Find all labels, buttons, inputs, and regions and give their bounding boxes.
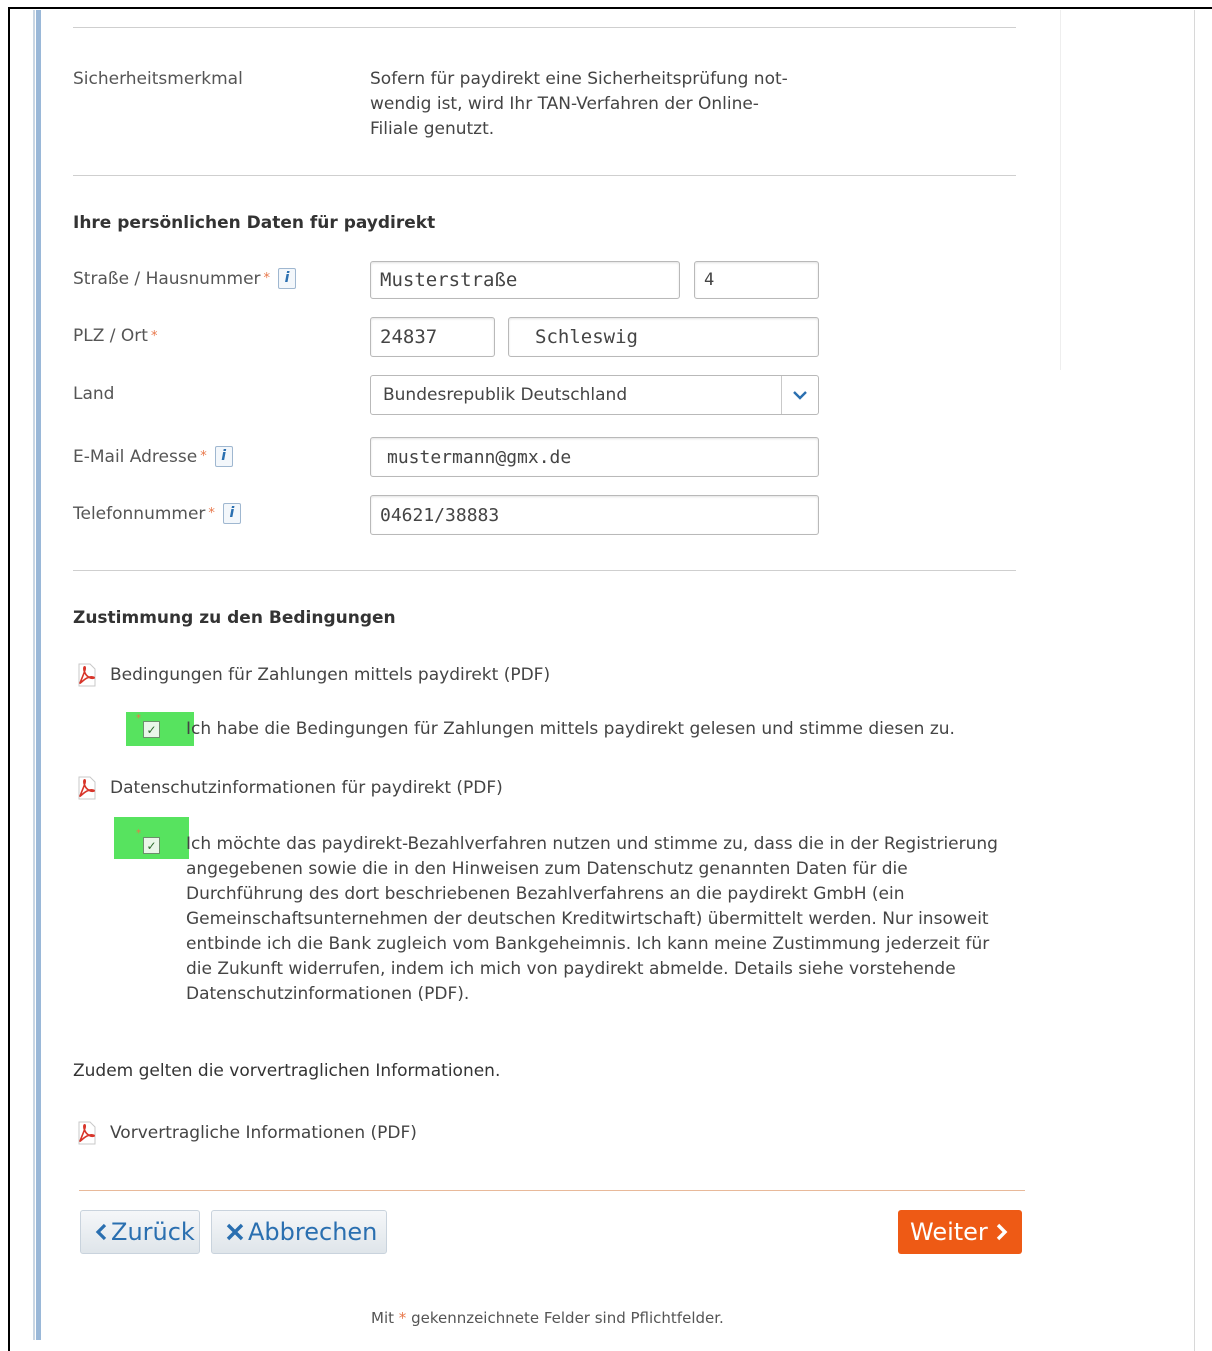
back-button-label: Zurück <box>111 1218 195 1246</box>
phone-label-row: Telefonnummer * i <box>73 503 241 524</box>
security-text-line: Sofern für paydirekt eine Sicherheitsprü… <box>370 69 788 89</box>
page-right-border <box>1194 10 1195 1351</box>
privacy-text-line: Datenschutzinformationen (PDF). <box>186 984 470 1004</box>
left-accent-bar <box>36 10 41 1340</box>
cancel-button[interactable]: Abbrechen <box>211 1210 387 1254</box>
privacy-text-line: entbinde ich die Bank zugleich vom Bankg… <box>186 934 990 954</box>
terms-checkbox[interactable]: ✓ <box>143 721 160 738</box>
pdf-icon <box>76 1121 98 1145</box>
email-label-row: E-Mail Adresse * i <box>73 446 233 467</box>
chevron-right-icon <box>996 1223 1008 1241</box>
privacy-text-line: angegebenen sowie die in den Hinweisen z… <box>186 859 908 879</box>
street-label: Straße / Hausnummer <box>73 268 261 289</box>
zip-city-label: PLZ / Ort <box>73 326 148 346</box>
email-input[interactable]: mustermann@gmx.de <box>370 437 819 477</box>
country-label: Land <box>73 384 115 404</box>
required-marker: * <box>136 828 141 839</box>
required-marker: * <box>263 271 271 286</box>
country-select-value: Bundesrepublik Deutschland <box>383 385 628 405</box>
divider-actions <box>79 1190 1025 1191</box>
left-accent-shadow <box>33 10 35 1340</box>
privacy-pdf-link[interactable]: Datenschutzinformationen für paydirekt (… <box>76 776 503 800</box>
city-input[interactable]: Schleswig <box>508 317 819 357</box>
privacy-text-line: Gemeinschaftsunternehmen der deutschen K… <box>186 909 989 929</box>
required-marker: * <box>200 449 207 464</box>
required-marker: * <box>150 328 158 344</box>
required-fields-note: Mit * gekennzeichnete Felder sind Pflich… <box>371 1309 724 1327</box>
divider-top <box>73 27 1016 28</box>
chevron-down-icon[interactable] <box>781 376 818 414</box>
terms-pdf-link[interactable]: Bedingungen für Zahlungen mittels paydir… <box>76 663 550 687</box>
required-note-suffix: gekennzeichnete Felder sind Pflichtfelde… <box>411 1309 724 1327</box>
terms-pdf-link-text[interactable]: Bedingungen für Zahlungen mittels paydir… <box>110 665 550 685</box>
next-button[interactable]: Weiter <box>898 1210 1022 1254</box>
country-select[interactable]: Bundesrepublik Deutschland <box>370 375 819 415</box>
house-number-input[interactable]: 4 <box>694 261 819 299</box>
street-input[interactable]: Musterstraße <box>370 261 680 299</box>
phone-input[interactable]: 04621/38883 <box>370 495 819 535</box>
security-label: Sicherheitsmerkmal <box>73 69 243 89</box>
pdf-icon <box>76 776 98 800</box>
phone-label: Telefonnummer <box>73 503 206 524</box>
close-icon <box>226 1223 244 1241</box>
street-label-row: Straße / Hausnummer * i <box>73 268 297 289</box>
zip-input[interactable]: 24837 <box>370 317 495 357</box>
divider-personal <box>73 570 1016 571</box>
next-button-label: Weiter <box>910 1218 988 1246</box>
privacy-checkbox[interactable]: ✓ <box>143 837 160 854</box>
precontract-pdf-link[interactable]: Vorvertragliche Informationen (PDF) <box>76 1121 417 1145</box>
security-text-line: wendig ist, wird Ihr TAN-Verfahren der O… <box>370 94 759 114</box>
consent-heading: Zustimmung zu den Bedingungen <box>73 608 396 628</box>
window-border-left <box>8 7 10 1351</box>
divider-security <box>73 175 1016 176</box>
terms-checkbox-label[interactable]: Ich habe die Bedingungen für Zahlungen m… <box>186 717 955 742</box>
personal-data-heading: Ihre persönlichen Daten für paydirekt <box>73 213 436 233</box>
required-marker: * <box>208 506 215 521</box>
privacy-text-line: Durchführung des dort beschriebenen Beza… <box>186 884 905 904</box>
chevron-left-icon <box>95 1223 107 1241</box>
privacy-text-line: Ich möchte das paydirekt-Bezahlverfahren… <box>186 834 998 854</box>
email-label: E-Mail Adresse <box>73 446 198 467</box>
required-note-prefix: Mit <box>371 1309 394 1327</box>
window-border-top <box>8 7 1212 9</box>
precontract-pdf-link-text[interactable]: Vorvertragliche Informationen (PDF) <box>110 1123 417 1143</box>
precontract-note: Zudem gelten die vorvertraglichen Inform… <box>73 1061 501 1081</box>
cancel-button-label: Abbrechen <box>248 1218 378 1246</box>
info-icon[interactable]: i <box>278 268 297 289</box>
back-button[interactable]: Zurück <box>80 1210 200 1254</box>
zip-city-label-row: PLZ / Ort * <box>73 326 157 346</box>
info-icon[interactable]: i <box>222 503 241 524</box>
pdf-icon <box>76 663 98 687</box>
info-icon[interactable]: i <box>214 446 233 467</box>
required-marker: * <box>398 1309 407 1327</box>
security-text-line: Filiale genutzt. <box>370 119 495 139</box>
required-marker: * <box>136 713 141 724</box>
privacy-pdf-link-text[interactable]: Datenschutzinformationen für paydirekt (… <box>110 778 503 798</box>
content-right-border <box>1060 10 1061 370</box>
privacy-text-line: die Zukunft widerrufen, indem ich mich v… <box>186 959 956 979</box>
